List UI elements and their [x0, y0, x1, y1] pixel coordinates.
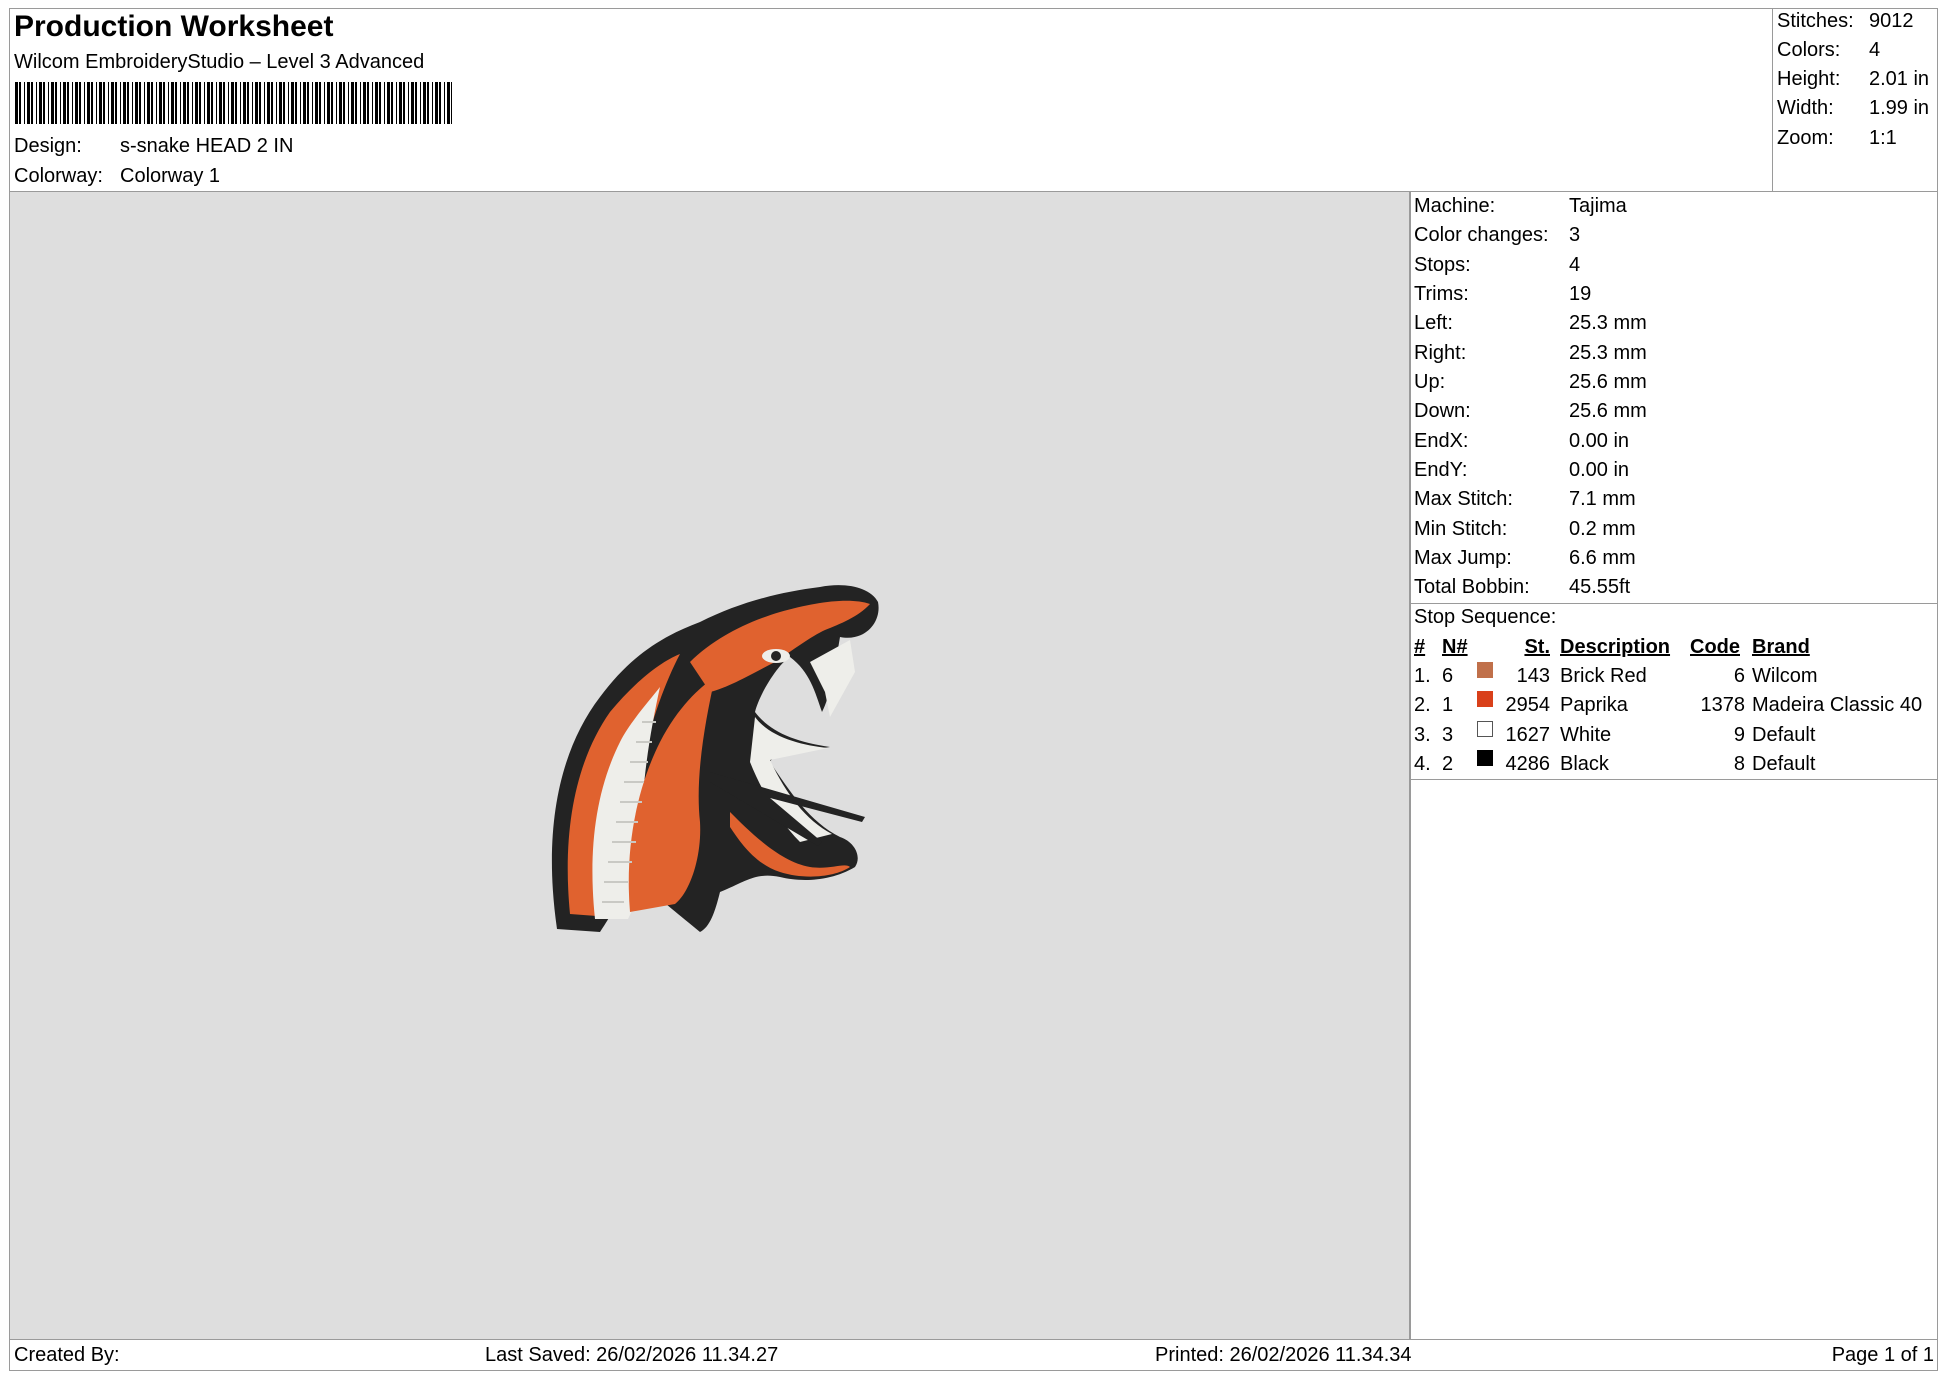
header-divider — [1772, 8, 1773, 192]
column-header-num: # — [1414, 636, 1426, 658]
canvas-border — [1409, 192, 1411, 1339]
stat-label: Stitches: — [1777, 10, 1854, 32]
row-code: 1378 — [1700, 694, 1746, 716]
info-value: 25.6 mm — [1569, 400, 1647, 422]
row-description: Black — [1560, 753, 1609, 775]
section-divider — [1411, 603, 1938, 604]
column-header-description: Description — [1560, 636, 1671, 658]
row-description: White — [1560, 724, 1612, 746]
colorway-value: Colorway 1 — [120, 165, 221, 187]
row-description: Brick Red — [1560, 665, 1647, 687]
info-label: Max Jump: — [1414, 547, 1512, 569]
column-header-code: Code — [1690, 636, 1740, 658]
row-code: 8 — [1733, 753, 1745, 775]
page-title: Production Worksheet — [14, 10, 334, 43]
row-num: 1. — [1414, 665, 1431, 687]
stop-sequence-title: Stop Sequence: — [1414, 606, 1557, 628]
section-divider — [1411, 779, 1938, 780]
info-value: Tajima — [1569, 195, 1627, 217]
info-label: Min Stitch: — [1414, 518, 1508, 540]
row-stitches: 143 — [1516, 665, 1550, 687]
row-code: 6 — [1733, 665, 1745, 687]
info-label: Color changes: — [1414, 224, 1549, 246]
column-header-needle: N# — [1442, 636, 1468, 658]
row-stitches: 1627 — [1505, 724, 1551, 746]
info-value: 25.3 mm — [1569, 312, 1647, 334]
column-header-stitches: St. — [1524, 636, 1550, 658]
last-saved: Last Saved: 26/02/2026 11.34.27 — [485, 1344, 779, 1366]
row-needle: 1 — [1442, 694, 1454, 716]
stat-label: Width: — [1777, 97, 1834, 119]
row-brand: Default — [1752, 724, 1816, 746]
info-label: Up: — [1414, 371, 1446, 393]
column-header-brand: Brand — [1752, 636, 1810, 658]
row-stitches: 4286 — [1505, 753, 1551, 775]
info-label: Total Bobbin: — [1414, 576, 1530, 598]
design-preview — [10, 192, 1409, 1339]
stat-value: 9012 — [1869, 10, 1914, 32]
info-value: 45.55ft — [1569, 576, 1631, 598]
row-stitches: 2954 — [1505, 694, 1551, 716]
software-name: Wilcom EmbroideryStudio – Level 3 Advanc… — [14, 51, 425, 73]
info-value: 19 — [1569, 283, 1592, 305]
info-value: 3 — [1569, 224, 1581, 246]
row-brand: Madeira Classic 40 — [1752, 694, 1923, 716]
row-description: Paprika — [1560, 694, 1628, 716]
info-value: 25.6 mm — [1569, 371, 1647, 393]
info-label: Right: — [1414, 342, 1467, 364]
row-needle: 2 — [1442, 753, 1454, 775]
stat-value: 1:1 — [1869, 127, 1897, 149]
info-label: Left: — [1414, 312, 1453, 334]
design-value: s-snake HEAD 2 IN — [120, 135, 294, 157]
row-brand: Wilcom — [1752, 665, 1818, 687]
info-value: 25.3 mm — [1569, 342, 1647, 364]
info-label: Trims: — [1414, 283, 1469, 305]
row-num: 2. — [1414, 694, 1431, 716]
stat-label: Zoom: — [1777, 127, 1834, 149]
info-label: Down: — [1414, 400, 1471, 422]
page-number: Page 1 of 1 — [1831, 1344, 1934, 1366]
created-by: Created By: — [14, 1344, 120, 1366]
row-num: 3. — [1414, 724, 1431, 746]
info-label: Max Stitch: — [1414, 488, 1513, 510]
info-value: 0.00 in — [1569, 459, 1630, 481]
snake-head-design — [551, 585, 879, 932]
info-label: Stops: — [1414, 254, 1471, 276]
info-value: 6.6 mm — [1569, 547, 1636, 569]
colorway-label: Colorway: — [14, 165, 103, 187]
stat-value: 1.99 in — [1869, 97, 1930, 119]
color-swatch — [1477, 721, 1493, 737]
barcode — [15, 82, 452, 124]
stat-label: Colors: — [1777, 39, 1841, 61]
stat-value: 4 — [1869, 39, 1881, 61]
printed-date: Printed: 26/02/2026 11.34.34 — [1155, 1344, 1412, 1366]
row-code: 9 — [1733, 724, 1745, 746]
color-swatch — [1477, 691, 1493, 707]
info-label: EndX: — [1414, 430, 1469, 452]
info-label: Machine: — [1414, 195, 1496, 217]
stat-value: 2.01 in — [1869, 68, 1930, 90]
info-value: 4 — [1569, 254, 1581, 276]
footer-divider — [9, 1339, 1938, 1340]
row-brand: Default — [1752, 753, 1816, 775]
color-swatch — [1477, 750, 1493, 766]
design-label: Design: — [14, 135, 82, 157]
info-label: EndY: — [1414, 459, 1468, 481]
row-needle: 6 — [1442, 665, 1454, 687]
row-num: 4. — [1414, 753, 1431, 775]
stat-label: Height: — [1777, 68, 1841, 90]
row-needle: 3 — [1442, 724, 1454, 746]
info-value: 7.1 mm — [1569, 488, 1636, 510]
info-value: 0.00 in — [1569, 430, 1630, 452]
info-value: 0.2 mm — [1569, 518, 1636, 540]
color-swatch — [1477, 662, 1493, 678]
